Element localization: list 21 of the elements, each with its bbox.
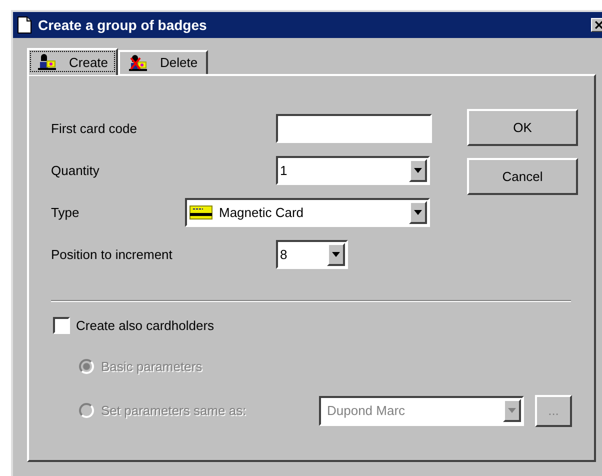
- person-card-icon: [37, 54, 57, 71]
- checkbox[interactable]: [53, 317, 70, 334]
- tab[interactable]: Create: [27, 48, 118, 75]
- dropdown-field[interactable]: 8: [276, 240, 348, 269]
- card-icon: [189, 204, 213, 221]
- radio-label: Set parameters same as:: [101, 402, 246, 420]
- cancel-button[interactable]: Cancel: [467, 158, 578, 195]
- document-icon: [17, 16, 32, 34]
- person-crossed-icon: [128, 54, 148, 72]
- field-label: Position to increment: [51, 246, 174, 264]
- field-label: First card code: [51, 120, 138, 138]
- checkbox-label: Create also cardholders: [76, 317, 214, 335]
- field-label: Quantity: [51, 162, 100, 180]
- dropdown-field[interactable]: 1: [276, 156, 430, 185]
- tab[interactable]: Delete: [118, 50, 208, 74]
- ok-button[interactable]: OK: [467, 109, 578, 146]
- window-title: Create a group of badges: [38, 16, 208, 35]
- dropdown-field[interactable]: Magnetic Card: [185, 198, 430, 227]
- input-field[interactable]: [276, 114, 432, 143]
- radio-label: Basic parameters: [101, 358, 202, 376]
- field-label: Type: [51, 204, 80, 222]
